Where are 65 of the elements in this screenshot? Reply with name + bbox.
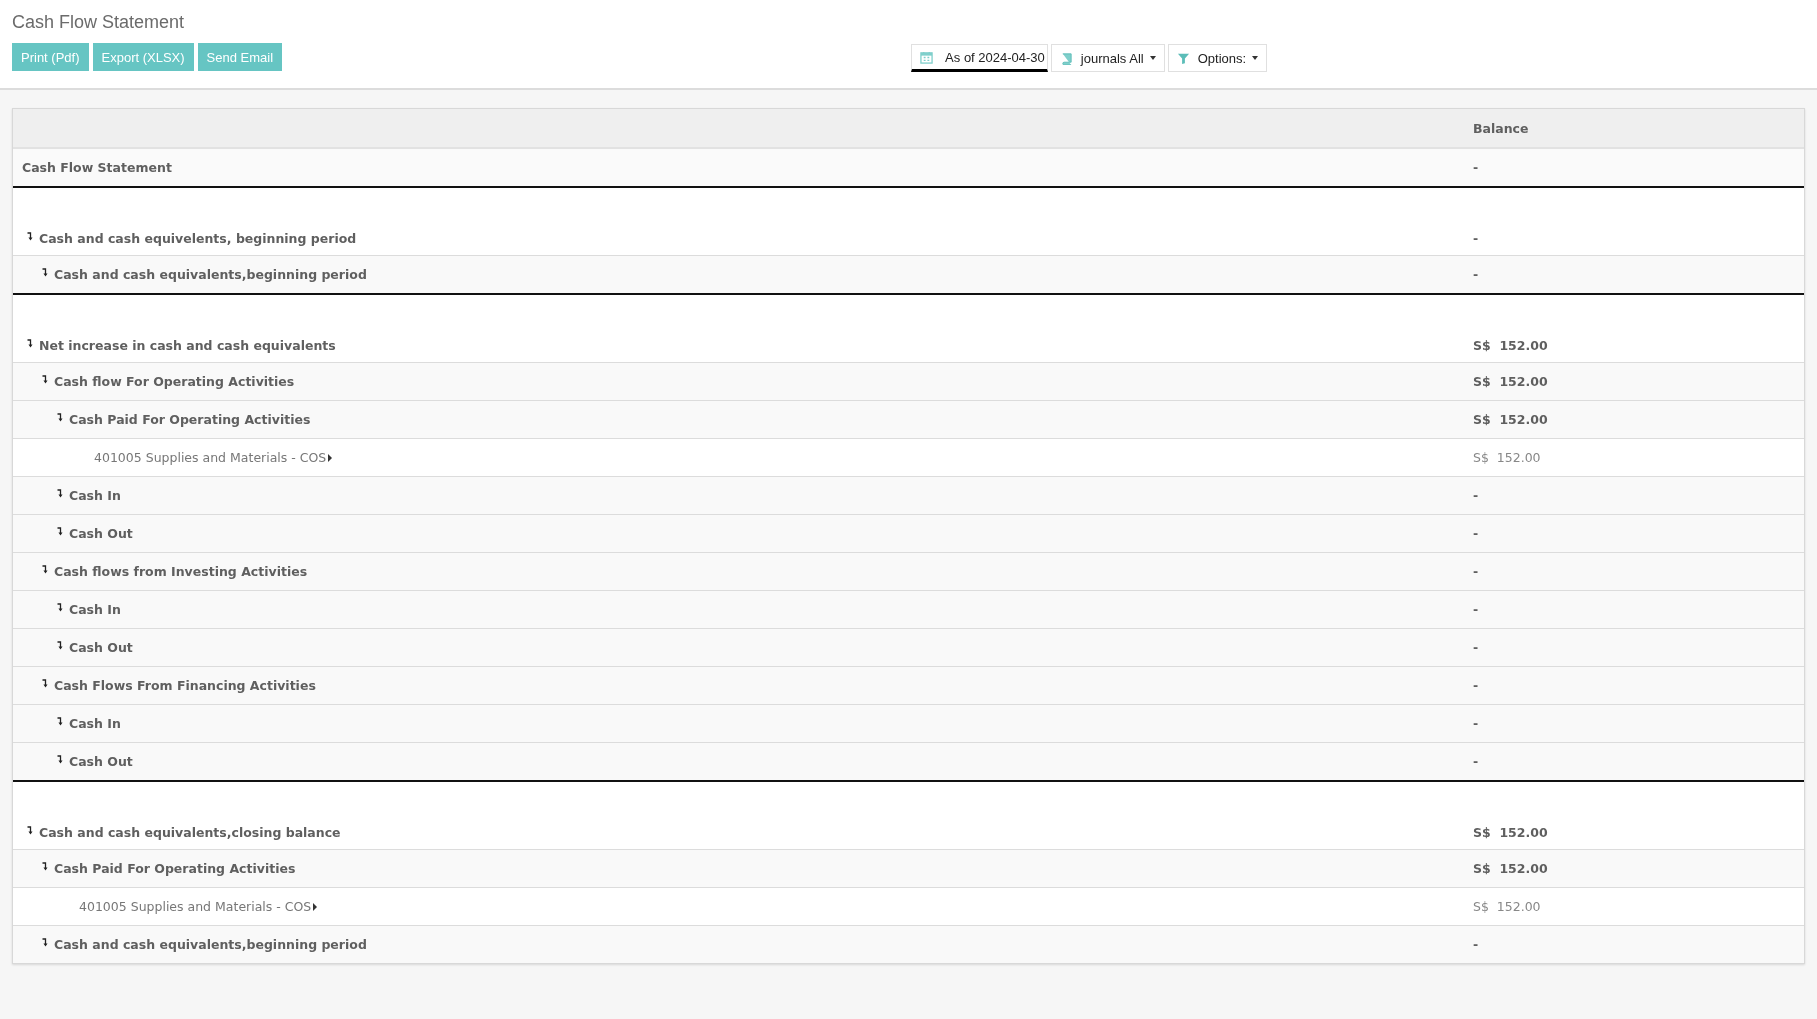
line-item-label: Net increase in cash and cash equivalents xyxy=(39,338,336,353)
calendar-icon xyxy=(920,50,934,64)
line-item-label: Cash Out xyxy=(69,526,133,541)
balance-value: - xyxy=(1473,716,1479,731)
options-dropdown[interactable]: Options: xyxy=(1167,44,1268,72)
balance-value: - xyxy=(1473,937,1479,952)
expand-arrow-icon[interactable] xyxy=(42,937,48,947)
expand-arrow-icon[interactable] xyxy=(57,716,63,726)
journals-dropdown[interactable]: journals All xyxy=(1050,44,1165,72)
date-filter[interactable]: As of 2024-04-30 xyxy=(911,44,1048,72)
caret-icon xyxy=(328,453,333,462)
balance-value: - xyxy=(1473,267,1479,282)
balance-value: S$ 152.00 xyxy=(1473,450,1541,465)
line-item-label: Cash Paid For Operating Activities xyxy=(69,412,311,427)
balance-value: S$ 152.00 xyxy=(1473,825,1548,840)
balance-value: - xyxy=(1473,488,1479,503)
account-link[interactable]: 401005 Supplies and Materials - COS xyxy=(94,450,327,465)
balance-value: - xyxy=(1473,640,1479,655)
expand-arrow-icon[interactable] xyxy=(42,374,48,384)
balance-value: - xyxy=(1473,678,1479,693)
line-item-label: Cash Out xyxy=(69,754,133,769)
balance-value: S$ 152.00 xyxy=(1473,899,1541,914)
line-item-label: Cash Flows From Financing Activities xyxy=(54,678,316,693)
line-item-label: Cash and cash equivalents,closing balance xyxy=(39,825,341,840)
line-item-label: Cash flows from Investing Activities xyxy=(54,564,308,579)
expand-arrow-icon[interactable] xyxy=(42,267,48,277)
expand-arrow-icon[interactable] xyxy=(42,678,48,688)
caret-icon xyxy=(1252,56,1259,60)
line-item-label: Cash and cash equivalents,beginning period xyxy=(54,937,367,952)
expand-arrow-icon[interactable] xyxy=(57,754,63,764)
line-item-label: Cash Paid For Operating Activities xyxy=(54,861,296,876)
line-item-label: Cash In xyxy=(69,602,121,617)
expand-arrow-icon[interactable] xyxy=(42,564,48,574)
caret-icon xyxy=(1149,56,1156,60)
page-title: Cash Flow Statement xyxy=(12,12,186,33)
expand-arrow-icon[interactable] xyxy=(27,231,33,241)
line-item-label: Cash In xyxy=(69,488,121,503)
balance-value: S$ 152.00 xyxy=(1473,338,1548,353)
expand-arrow-icon[interactable] xyxy=(27,338,33,348)
filter-icon xyxy=(1176,51,1190,65)
expand-arrow-icon[interactable] xyxy=(42,861,48,871)
caret-icon xyxy=(313,902,318,911)
balance-value: - xyxy=(1473,231,1479,246)
line-item-label: Cash flow For Operating Activities xyxy=(54,374,295,389)
line-item-label: Cash Out xyxy=(69,640,133,655)
report-title: Cash Flow Statement xyxy=(22,160,172,175)
expand-arrow-icon[interactable] xyxy=(57,526,63,536)
balance-value: - xyxy=(1473,754,1479,769)
line-item-label: Cash In xyxy=(69,716,121,731)
expand-arrow-icon[interactable] xyxy=(57,602,63,612)
balance-value: - xyxy=(1473,526,1479,541)
expand-arrow-icon[interactable] xyxy=(57,412,63,422)
expand-arrow-icon[interactable] xyxy=(57,640,63,650)
balance-value: - xyxy=(1473,602,1479,617)
column-header: Balance xyxy=(1472,120,1530,136)
balance-value: S$ 152.00 xyxy=(1473,412,1548,427)
expand-arrow-icon[interactable] xyxy=(57,488,63,498)
account-link[interactable]: 401005 Supplies and Materials - COS xyxy=(79,899,312,914)
expand-arrow-icon[interactable] xyxy=(27,825,33,835)
line-item-label: Cash and cash equivalents,beginning period xyxy=(54,267,367,282)
line-item-label: Cash and cash equivelents, beginning period xyxy=(39,231,357,246)
balance-value: - xyxy=(1473,564,1479,579)
balance-value: S$ 152.00 xyxy=(1473,861,1548,876)
balance-value: S$ 152.00 xyxy=(1473,374,1548,389)
balance-value: - xyxy=(1473,160,1479,175)
